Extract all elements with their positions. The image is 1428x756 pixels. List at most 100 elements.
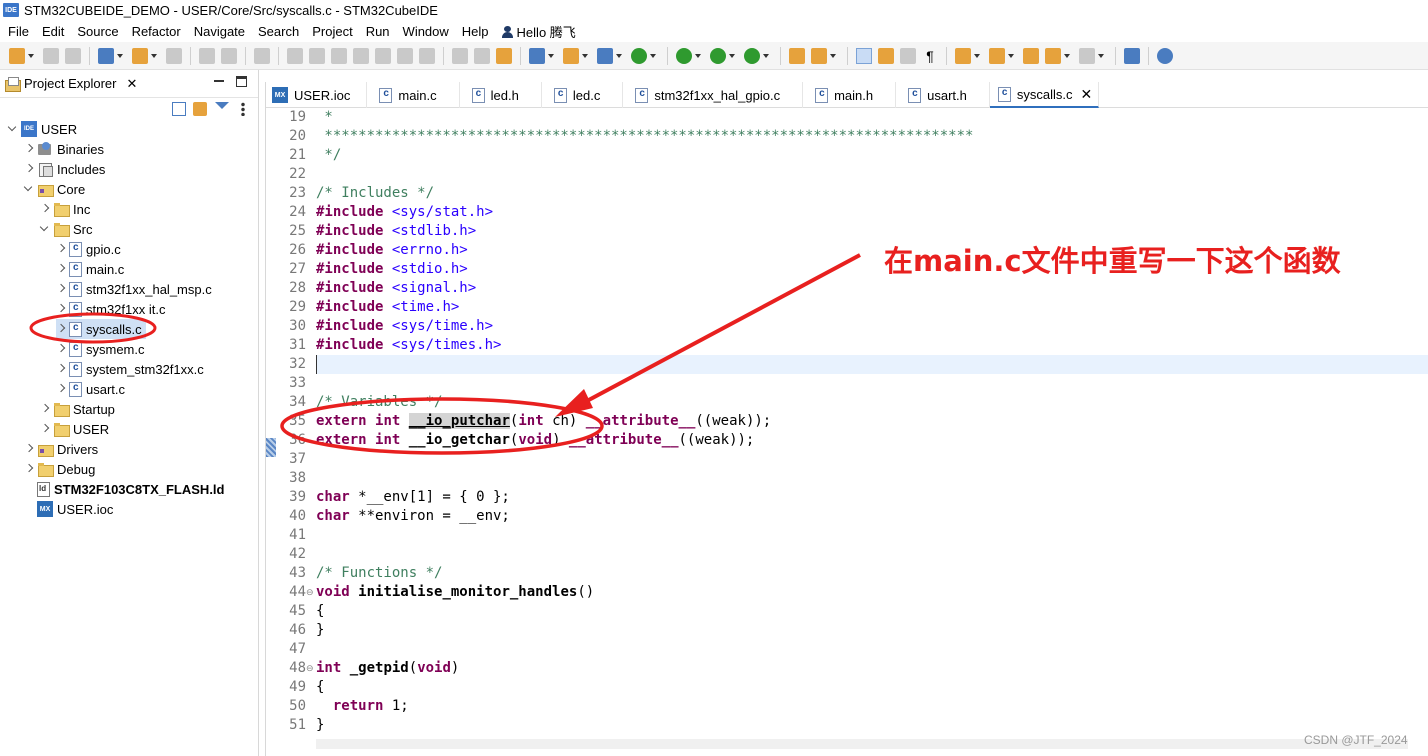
tree-item-src[interactable]: Src [40, 219, 93, 239]
block-selection-icon[interactable] [878, 47, 894, 64]
step-over-icon[interactable] [397, 47, 413, 64]
wand-dropdown-icon[interactable] [830, 48, 837, 64]
tree-item-gpio-c[interactable]: gpio.c [56, 239, 121, 259]
next-annotation-dropdown-icon[interactable] [974, 48, 981, 64]
menu-help[interactable]: Help [462, 24, 489, 39]
fold-collapse-icon[interactable]: ⊖ [306, 663, 314, 674]
run-external-icon[interactable] [744, 47, 760, 64]
chevron-down-icon[interactable] [8, 119, 18, 139]
tree-item-hal-msp-c[interactable]: stm32f1xx_hal_msp.c [56, 279, 212, 299]
tree-item-sysmem-c[interactable]: sysmem.c [56, 339, 145, 359]
link-editor-icon[interactable] [193, 102, 207, 116]
last-edit-icon[interactable] [1023, 47, 1039, 64]
new-icon[interactable] [9, 47, 25, 64]
word-wrap-icon[interactable] [900, 47, 916, 64]
close-icon[interactable]: ✕ [126, 76, 137, 92]
tree-item-system-c[interactable]: system_stm32f1xx.c [56, 359, 204, 379]
tab-led-h[interactable]: led.h [460, 82, 542, 108]
collapse-all-icon[interactable] [172, 102, 186, 116]
new-class-icon[interactable] [597, 47, 613, 64]
menu-edit[interactable]: Edit [42, 24, 64, 39]
run-icon[interactable] [710, 47, 726, 64]
chevron-right-icon[interactable] [56, 319, 66, 339]
tree-item-usart-c[interactable]: usart.c [56, 379, 125, 399]
chevron-right-icon[interactable] [40, 199, 50, 219]
tree-item-it-c[interactable]: stm32f1xx it.c [56, 299, 165, 319]
tree-item-linker-script[interactable]: STM32F103C8TX_FLASH.ld [37, 479, 225, 499]
chevron-right-icon[interactable] [56, 339, 66, 359]
filter-icon[interactable] [215, 102, 229, 109]
refresh-icon[interactable] [631, 47, 647, 64]
tree-item-includes[interactable]: Includes [24, 159, 105, 179]
skip-breakpoints-icon[interactable] [254, 47, 270, 64]
binary-icon[interactable] [166, 47, 182, 64]
tab-project-explorer[interactable]: Project Explorer ✕ [0, 70, 145, 98]
maximize-icon[interactable] [236, 76, 247, 87]
step-return-icon[interactable] [419, 47, 435, 64]
terminate-icon[interactable] [331, 47, 347, 64]
menu-file[interactable]: File [8, 24, 29, 39]
suspend-icon[interactable] [309, 47, 325, 64]
hand-icon[interactable] [496, 47, 512, 64]
refresh-dropdown-icon[interactable] [650, 48, 657, 64]
fold-collapse-icon[interactable]: ⊖ [306, 587, 314, 598]
mark-occurrences-icon[interactable] [856, 47, 872, 64]
menu-refactor[interactable]: Refactor [132, 24, 181, 39]
debug-icon[interactable] [676, 47, 692, 64]
menu-source[interactable]: Source [77, 24, 118, 39]
prev-annotation-dropdown-icon[interactable] [1008, 48, 1015, 64]
chevron-right-icon[interactable] [24, 459, 34, 479]
chevron-right-icon[interactable] [56, 379, 66, 399]
menu-project[interactable]: Project [312, 24, 352, 39]
new-folder-dropdown-icon[interactable] [582, 48, 589, 64]
new-class-dropdown-icon[interactable] [616, 48, 623, 64]
build-icon[interactable] [132, 47, 148, 64]
disconnect-icon[interactable] [353, 47, 369, 64]
pilcrow-icon[interactable]: ¶ [922, 48, 938, 64]
run-dropdown-icon[interactable] [729, 48, 736, 64]
forward-icon[interactable] [1079, 47, 1095, 64]
tree-item-main-c[interactable]: main.c [56, 259, 124, 279]
chevron-down-icon[interactable] [24, 179, 34, 199]
drop-frame-icon[interactable] [474, 47, 490, 64]
tree-item-user-project[interactable]: IDE USER [8, 119, 77, 139]
chevron-right-icon[interactable] [24, 439, 34, 459]
chevron-right-icon[interactable] [40, 399, 50, 419]
tree-item-core[interactable]: Core [24, 179, 85, 199]
resume-icon[interactable] [287, 47, 303, 64]
open-perspective-icon[interactable] [1124, 47, 1140, 64]
run-external-dropdown-icon[interactable] [763, 48, 770, 64]
chevron-right-icon[interactable] [56, 239, 66, 259]
back-icon[interactable] [1045, 47, 1061, 64]
tree-item-debug[interactable]: Debug [24, 459, 95, 479]
build-dropdown-icon[interactable] [151, 48, 158, 64]
forward-dropdown-icon[interactable] [1098, 48, 1105, 64]
instruction-step-icon[interactable] [452, 47, 468, 64]
debug-dropdown-icon[interactable] [695, 48, 702, 64]
new-project-icon[interactable] [529, 47, 545, 64]
close-icon[interactable]: ✕ [1080, 86, 1092, 103]
new-folder-icon[interactable] [563, 47, 579, 64]
menu-navigate[interactable]: Navigate [194, 24, 245, 39]
code-area[interactable]: * **************************************… [316, 108, 1428, 756]
undo-icon[interactable] [199, 47, 215, 64]
menu-search[interactable]: Search [258, 24, 299, 39]
tab-user-ioc[interactable]: MX USER.ioc [266, 82, 368, 108]
menu-run[interactable]: Run [366, 24, 390, 39]
save-icon[interactable] [43, 47, 59, 64]
function-name[interactable]: __io_putchar [408, 413, 510, 429]
back-dropdown-icon[interactable] [1064, 48, 1071, 64]
minimize-icon[interactable] [214, 76, 224, 86]
prev-annotation-icon[interactable] [989, 47, 1005, 64]
menu-user[interactable]: Hello 腾飞 [501, 22, 576, 41]
chevron-down-icon[interactable] [40, 219, 50, 239]
step-into-icon[interactable] [375, 47, 391, 64]
chevron-right-icon[interactable] [56, 279, 66, 299]
new-project-dropdown-icon[interactable] [548, 48, 555, 64]
next-annotation-icon[interactable] [955, 47, 971, 64]
chevron-right-icon[interactable] [40, 419, 50, 439]
tree-item-inc[interactable]: Inc [40, 199, 90, 219]
tab-hal-gpio-c[interactable]: stm32f1xx_hal_gpio.c [623, 82, 804, 108]
tab-main-h[interactable]: main.h [803, 82, 897, 108]
build-config-dropdown-icon[interactable] [117, 48, 124, 64]
